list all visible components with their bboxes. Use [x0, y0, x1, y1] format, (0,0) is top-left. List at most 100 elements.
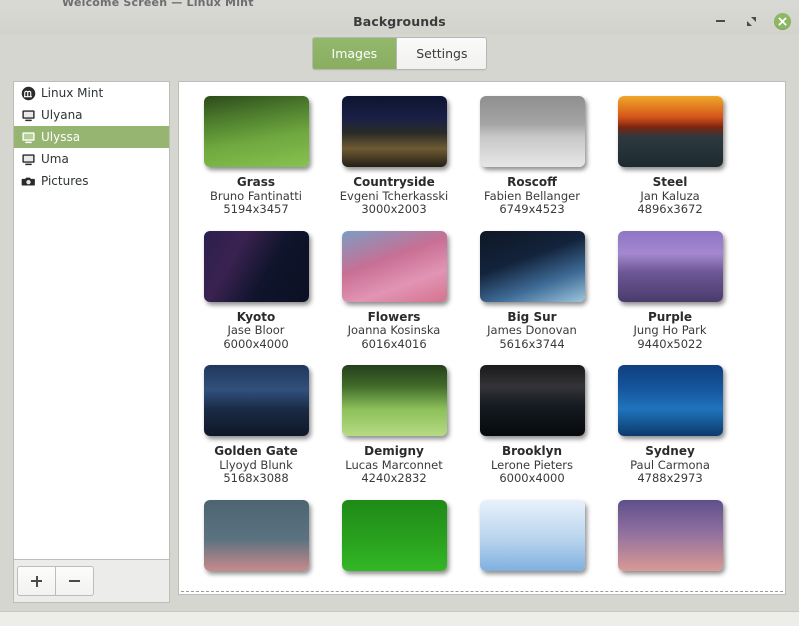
- wallpaper-title: Flowers: [367, 309, 421, 324]
- maximize-icon: [747, 16, 756, 26]
- minimize-icon: [716, 20, 725, 22]
- wallpaper-thumbnail-wrap: [479, 365, 585, 436]
- wallpaper-resolution: 4240x2832: [361, 471, 427, 485]
- wallpaper-title: Brooklyn: [501, 444, 562, 458]
- monitor-icon: [20, 129, 36, 145]
- sidebar-toolbar: [13, 559, 170, 603]
- wallpaper-title: Grass: [236, 175, 276, 189]
- sidebar-item-pictures[interactable]: Pictures: [14, 170, 169, 192]
- sidebar-item-ulyana[interactable]: Ulyana: [14, 104, 169, 126]
- wallpaper-caption: Countryside Evgeni Tcherkasski 3000x2003: [340, 175, 448, 217]
- wallpaper-resolution: 5168x3088: [223, 471, 289, 485]
- wallpaper-item[interactable]: Roscoff Fabien Bellanger 6749x4523: [463, 96, 601, 231]
- wallpaper-caption: Demigny Lucas Marconnet 4240x2832: [345, 444, 443, 486]
- wallpaper-resolution: 9440x5022: [637, 336, 703, 351]
- sidebar-item-label: Ulyssa: [41, 130, 81, 144]
- wallpaper-author: Fabien Bellanger: [484, 188, 580, 203]
- sidebar: Linux Mint Ulyana Ulyssa Uma Pictures: [13, 81, 170, 611]
- wallpaper-thumbnail-wrap: [341, 365, 447, 436]
- wallpaper-item[interactable]: Kyoto Jase Bloor 6000x4000: [187, 230, 325, 366]
- wallpaper-author: Lucas Marconnet: [345, 457, 443, 472]
- wallpaper-item[interactable]: [325, 499, 463, 585]
- wallpaper-item[interactable]: Demigny Lucas Marconnet 4240x2832: [325, 365, 463, 500]
- wallpaper-item[interactable]: Golden Gate Llyoyd Blunk 5168x3088: [187, 365, 325, 500]
- countryside-thumbnail: [341, 96, 447, 167]
- plus-icon: [31, 575, 42, 587]
- wallpaper-thumbnail-wrap: [617, 499, 723, 571]
- wallpaper-scroll-area[interactable]: Grass Bruno Fantinatti 5194x3457 Countrysid…: [178, 81, 786, 595]
- cut-off-thumbnail-3: [479, 499, 585, 571]
- sydney-thumbnail: [617, 365, 723, 436]
- wallpaper-item[interactable]: Grass Bruno Fantinatti 5194x3457: [187, 96, 325, 231]
- brooklyn-thumbnail: [479, 365, 585, 436]
- sidebar-item-linux-mint[interactable]: Linux Mint: [14, 82, 169, 104]
- sidebar-item-label: Uma: [41, 152, 69, 166]
- roscoff-thumbnail: [479, 96, 585, 167]
- purple-thumbnail: [617, 230, 723, 302]
- tab-images[interactable]: Images: [312, 38, 398, 69]
- wallpaper-thumbnail-wrap: [479, 499, 585, 571]
- wallpaper-title: Sydney: [645, 444, 695, 458]
- wallpaper-thumbnail-wrap: [203, 96, 309, 167]
- wallpaper-caption: Roscoff Fabien Bellanger 6749x4523: [484, 175, 580, 217]
- sidebar-item-label: Ulyana: [41, 108, 83, 122]
- wallpaper-author: Bruno Fantinatti: [209, 188, 303, 203]
- minimize-button[interactable]: [712, 13, 729, 30]
- wallpaper-item[interactable]: [601, 499, 739, 585]
- wallpaper-author: Paul Carmona: [630, 457, 710, 472]
- maximize-button[interactable]: [743, 13, 760, 30]
- wallpaper-thumbnail-wrap: [617, 230, 723, 302]
- flowers-thumbnail: [341, 230, 447, 302]
- wallpaper-item[interactable]: Sydney Paul Carmona 4788x2973: [601, 365, 739, 500]
- wallpaper-item[interactable]: Countryside Evgeni Tcherkasski 3000x2003: [325, 96, 463, 231]
- wallpaper-author: Jase Bloor: [227, 323, 285, 337]
- wallpaper-resolution: 6000x4000: [223, 336, 289, 351]
- grass-thumbnail: [203, 96, 309, 167]
- wallpaper-thumbnail-wrap: [203, 365, 309, 436]
- wallpaper-thumbnail-wrap: [617, 96, 723, 167]
- wallpaper-thumbnail-wrap: [341, 230, 447, 302]
- wallpaper-item[interactable]: Steel Jan Kaluza 4896x3672: [601, 96, 739, 231]
- desktop-background: Welcome Screen — Linux Mint: [0, 0, 799, 8]
- wallpaper-title: Big Sur: [507, 309, 557, 324]
- wallpaper-title: Purple: [647, 309, 693, 324]
- wallpaper-resolution: 6749x4523: [499, 202, 565, 216]
- wallpaper-thumbnail-wrap: [341, 499, 447, 571]
- close-button[interactable]: [774, 12, 791, 30]
- wallpaper-caption: Grass Bruno Fantinatti 5194x3457: [209, 175, 303, 217]
- wallpaper-caption: Brooklyn Lerone Pieters 6000x4000: [490, 444, 574, 486]
- background-window-title: Welcome Screen — Linux Mint: [62, 0, 254, 8]
- wallpaper-thumbnail-wrap: [479, 96, 585, 167]
- tab-settings[interactable]: Settings: [397, 38, 487, 69]
- sidebar-list[interactable]: Linux Mint Ulyana Ulyssa Uma Pictures: [13, 81, 170, 559]
- tab-bar: Images Settings: [0, 34, 799, 77]
- add-folder-button[interactable]: [17, 566, 55, 596]
- wallpaper-item[interactable]: Brooklyn Lerone Pieters 6000x4000: [463, 365, 601, 500]
- close-icon: [774, 12, 791, 30]
- wallpaper-item[interactable]: Flowers Joanna Kosinska 6016x4016: [325, 230, 463, 366]
- wallpaper-author: Joanna Kosinska: [347, 323, 441, 337]
- wallpaper-author: Lerone Pieters: [490, 457, 574, 472]
- wallpaper-caption: Golden Gate Llyoyd Blunk 5168x3088: [214, 444, 297, 486]
- wallpaper-item[interactable]: [187, 499, 325, 585]
- window-titlebar[interactable]: Backgrounds: [0, 8, 799, 34]
- sidebar-item-uma[interactable]: Uma: [14, 148, 169, 170]
- sidebar-item-ulyssa[interactable]: Ulyssa: [14, 126, 169, 148]
- cut-off-thumbnail-2: [341, 499, 447, 571]
- wallpaper-caption: Flowers Joanna Kosinska 6016x4016: [347, 309, 441, 352]
- monitor-icon: [20, 107, 36, 123]
- wallpaper-item[interactable]: [463, 499, 601, 585]
- wallpaper-resolution: 4896x3672: [637, 202, 703, 216]
- sidebar-item-label: Pictures: [41, 174, 89, 188]
- wallpaper-item[interactable]: Purple Jung Ho Park 9440x5022: [601, 230, 739, 366]
- wallpaper-caption: Kyoto Jase Bloor 6000x4000: [223, 310, 289, 352]
- wallpaper-caption: Steel Jan Kaluza 4896x3672: [637, 175, 703, 217]
- wallpaper-item[interactable]: Big Sur James Donovan 5616x3744: [463, 230, 601, 366]
- status-bar: [0, 611, 799, 626]
- wallpaper-resolution: 5194x3457: [223, 202, 289, 216]
- backgrounds-window: Backgrounds Images Settings Linux Mint U…: [0, 8, 799, 626]
- sidebar-item-label: Linux Mint: [41, 86, 104, 100]
- remove-folder-button[interactable]: [55, 566, 94, 596]
- wallpaper-resolution: 4788x2973: [637, 471, 703, 485]
- golden-gate-thumbnail: [203, 365, 309, 436]
